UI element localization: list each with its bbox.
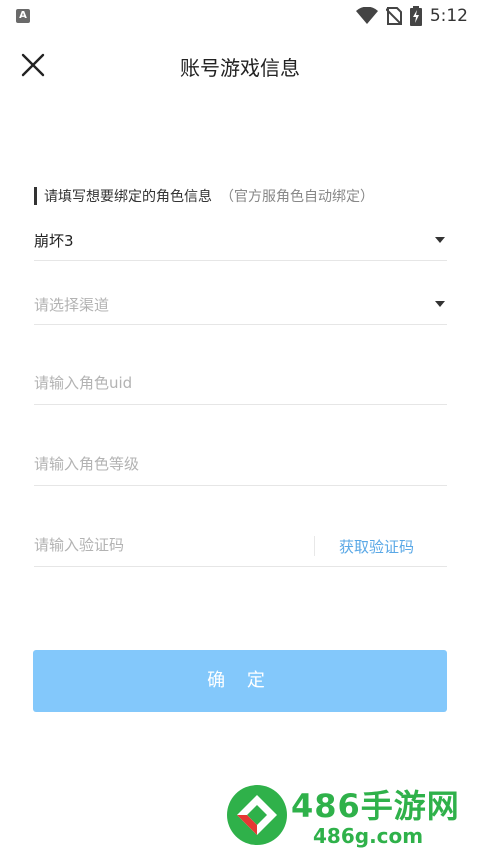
confirm-button[interactable]: 确 定	[33, 650, 447, 712]
watermark-url: 486g.com	[313, 824, 424, 848]
dropdown-arrow-icon	[435, 237, 445, 243]
uid-input[interactable]	[34, 374, 294, 392]
section-note: （官方服角色自动绑定）	[220, 189, 374, 205]
channel-select-placeholder: 请选择渠道	[34, 296, 110, 314]
section-bar	[34, 187, 37, 205]
uid-field	[34, 364, 447, 405]
code-field: 获取验证码	[34, 526, 447, 567]
watermark: 486手游网 486g.com	[225, 783, 475, 851]
section-label-text: 请填写想要绑定的角色信息	[44, 189, 212, 205]
level-field	[34, 445, 447, 486]
level-input[interactable]	[34, 455, 294, 473]
watermark-title: 486手游网	[291, 787, 460, 825]
battery-charging-icon	[409, 6, 422, 26]
game-select-value: 崩坏3	[34, 232, 74, 250]
page-title: 账号游戏信息	[180, 56, 300, 80]
status-icons: 5:12	[355, 5, 468, 27]
no-sim-icon	[385, 7, 402, 25]
wifi-icon	[355, 7, 378, 24]
section-label: 请填写想要绑定的角色信息 （官方服角色自动绑定）	[34, 185, 374, 207]
get-code-button[interactable]: 获取验证码	[339, 536, 414, 557]
header: 账号游戏信息	[0, 32, 480, 98]
divider	[314, 536, 315, 556]
watermark-logo-icon	[227, 785, 287, 845]
game-select[interactable]: 崩坏3	[34, 220, 447, 261]
channel-select[interactable]: 请选择渠道	[34, 284, 447, 325]
dropdown-arrow-icon	[435, 301, 445, 307]
notification-a-icon: A	[16, 9, 30, 23]
status-time: 5:12	[429, 6, 468, 26]
status-bar: A 5:12	[0, 0, 480, 32]
code-input[interactable]	[34, 536, 264, 554]
